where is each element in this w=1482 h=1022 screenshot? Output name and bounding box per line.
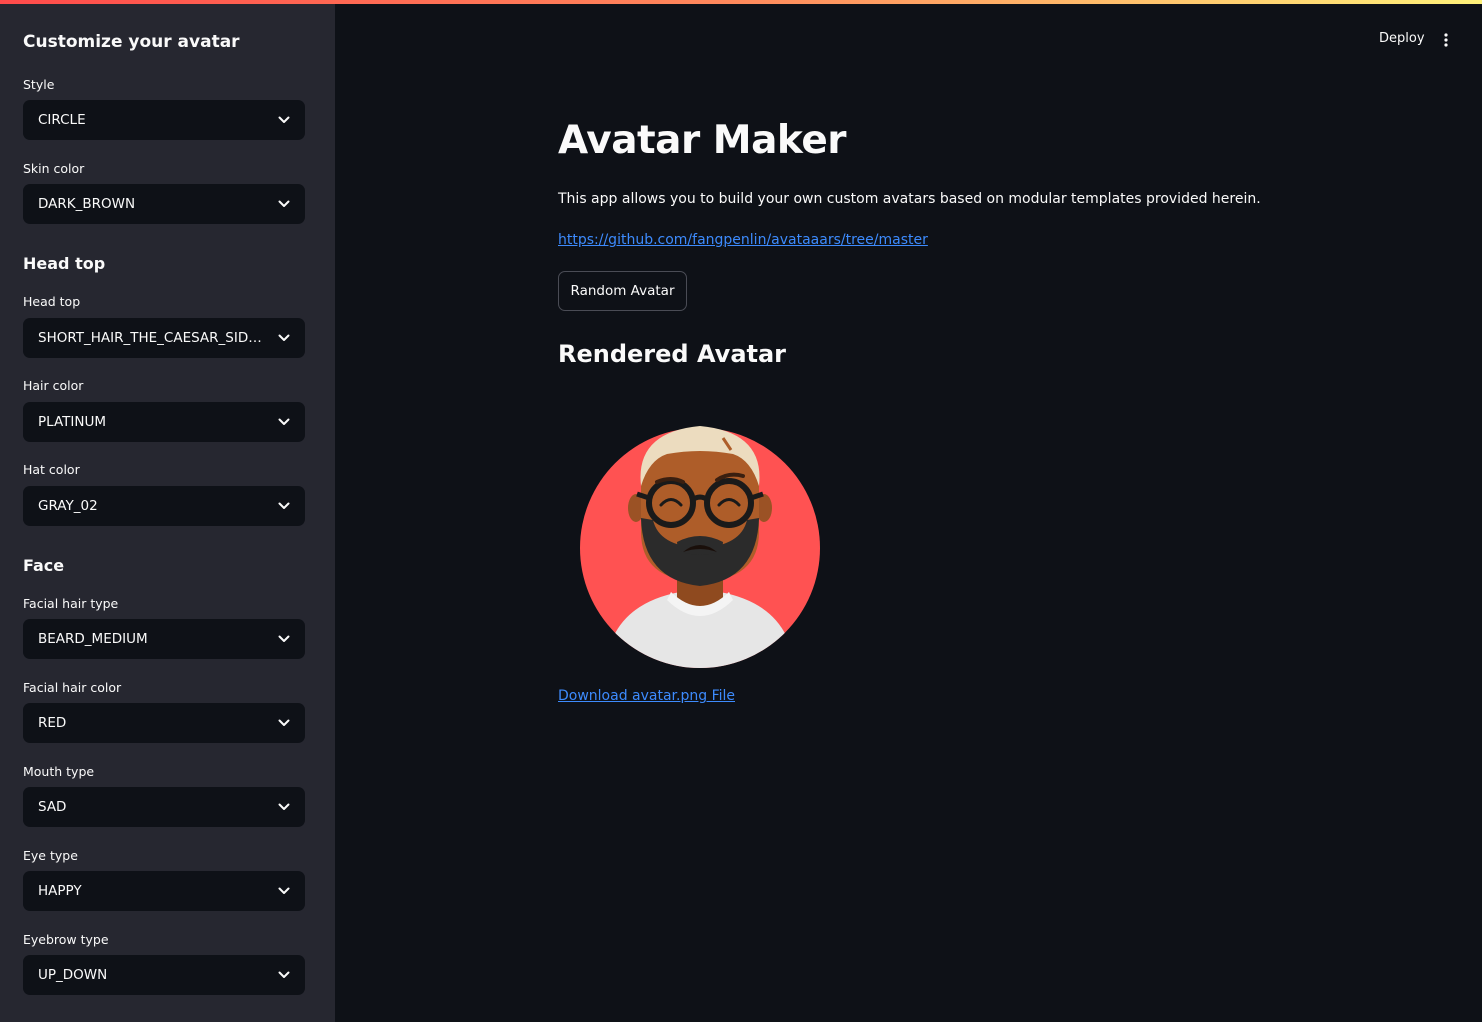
eyebrow-type-value: UP_DOWN xyxy=(38,967,108,983)
mouth-type-label: Mouth type xyxy=(23,764,95,779)
mouth-type-select[interactable]: SAD xyxy=(23,787,305,827)
style-value: CIRCLE xyxy=(38,112,86,128)
skin-color-select[interactable]: DARK_BROWN xyxy=(23,184,305,224)
chevron-down-icon xyxy=(277,632,291,646)
app-description: This app allows you to build your own cu… xyxy=(558,191,1261,207)
sidebar: Customize your avatar Style CIRCLE Skin … xyxy=(0,0,335,1022)
facial-hair-type-value: BEARD_MEDIUM xyxy=(38,631,148,647)
chevron-down-icon xyxy=(277,884,291,898)
hair-color-label: Hair color xyxy=(23,378,84,393)
top-accent-stripe xyxy=(0,0,1482,4)
facial-hair-color-value: RED xyxy=(38,715,67,731)
hat-color-value: GRAY_02 xyxy=(38,498,98,514)
face-section-heading: Face xyxy=(23,556,65,575)
chevron-down-icon xyxy=(277,331,291,345)
sidebar-title: Customize your avatar xyxy=(23,32,240,52)
random-avatar-button[interactable]: Random Avatar xyxy=(558,271,687,311)
hat-color-select[interactable]: GRAY_02 xyxy=(23,486,305,526)
eye-type-label: Eye type xyxy=(23,848,78,863)
hat-color-label: Hat color xyxy=(23,462,80,477)
rendered-avatar-heading: Rendered Avatar xyxy=(558,340,787,368)
repo-link[interactable]: https://github.com/fangpenlin/avataaars/… xyxy=(558,232,928,248)
eye-type-value: HAPPY xyxy=(38,883,82,899)
eye-type-select[interactable]: HAPPY xyxy=(23,871,305,911)
avatar-image xyxy=(575,420,825,675)
download-avatar-link[interactable]: Download avatar.png File xyxy=(558,688,735,704)
chevron-down-icon xyxy=(277,800,291,814)
facial-hair-type-label: Facial hair type xyxy=(23,596,119,611)
chevron-down-icon xyxy=(277,499,291,513)
skin-color-value: DARK_BROWN xyxy=(38,196,136,212)
facial-hair-type-select[interactable]: BEARD_MEDIUM xyxy=(23,619,305,659)
chevron-down-icon xyxy=(277,113,291,127)
facial-hair-color-label: Facial hair color xyxy=(23,680,122,695)
chevron-down-icon xyxy=(277,716,291,730)
eyebrow-type-label: Eyebrow type xyxy=(23,932,109,947)
facial-hair-color-select[interactable]: RED xyxy=(23,703,305,743)
main-content: Deploy Avatar Maker This app allows you … xyxy=(335,0,1482,1022)
head-top-section-heading: Head top xyxy=(23,254,106,273)
hair-color-value: PLATINUM xyxy=(38,414,107,430)
style-label: Style xyxy=(23,77,55,92)
chevron-down-icon xyxy=(277,197,291,211)
head-top-label: Head top xyxy=(23,294,81,309)
chevron-down-icon xyxy=(277,415,291,429)
head-top-select[interactable]: SHORT_HAIR_THE_CAESAR_SIDE_PART xyxy=(23,318,305,358)
skin-color-label: Skin color xyxy=(23,161,85,176)
chevron-down-icon xyxy=(277,968,291,982)
style-select[interactable]: CIRCLE xyxy=(23,100,305,140)
deploy-button[interactable]: Deploy xyxy=(1379,31,1425,46)
mouth-type-value: SAD xyxy=(38,799,67,815)
page-title: Avatar Maker xyxy=(558,118,847,163)
more-vertical-icon[interactable] xyxy=(1438,30,1454,50)
eyebrow-type-select[interactable]: UP_DOWN xyxy=(23,955,305,995)
hair-color-select[interactable]: PLATINUM xyxy=(23,402,305,442)
head-top-value: SHORT_HAIR_THE_CAESAR_SIDE_PART xyxy=(38,330,263,346)
